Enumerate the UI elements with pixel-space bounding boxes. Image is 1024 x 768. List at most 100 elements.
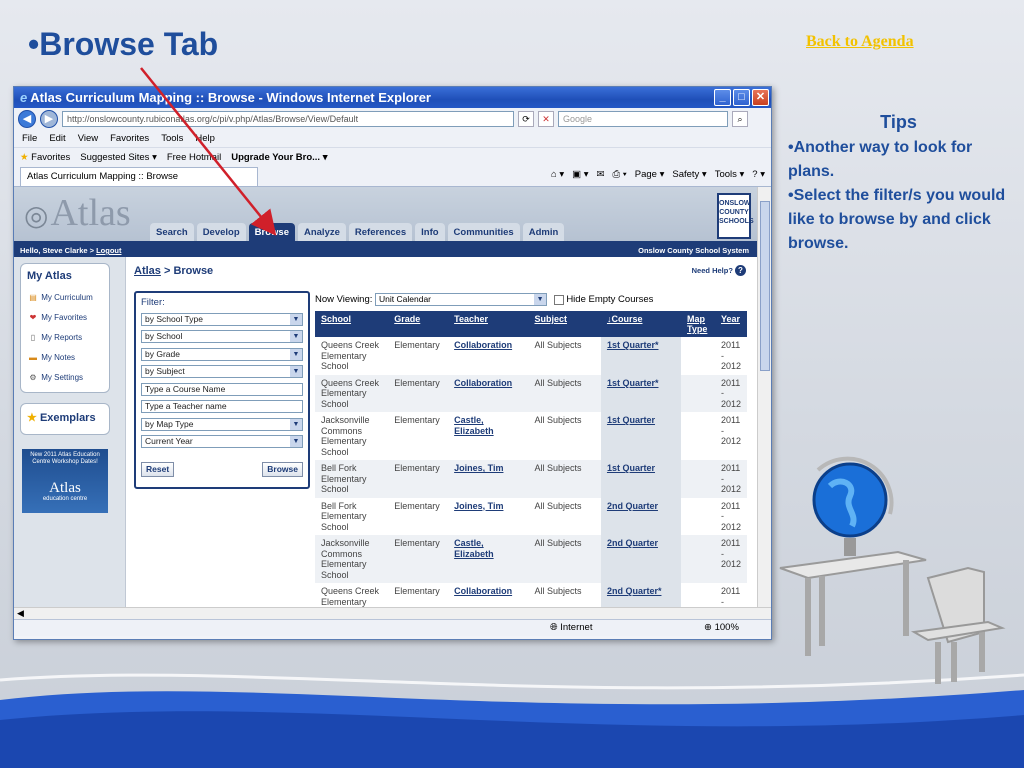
cell-teacher[interactable]: Castle, Elizabeth	[448, 412, 528, 460]
sidebar-item-my-reports[interactable]: ▯ My Reports	[27, 328, 103, 348]
hide-empty-checkbox[interactable]	[553, 294, 564, 305]
cell-course[interactable]: 1st Quarter*	[600, 374, 682, 412]
forward-arrow-icon[interactable]: ▶	[40, 110, 58, 128]
favorites-button[interactable]: ★ Favorites	[20, 152, 70, 163]
col-school[interactable]: School	[315, 311, 389, 337]
col-subject[interactable]: Subject	[528, 311, 601, 337]
cell-year: 2011 - 2012	[714, 374, 747, 412]
grade-select[interactable]: by Grade ▼	[141, 347, 303, 361]
need-help-link[interactable]: Need Help? ?	[692, 265, 746, 276]
course-name-input[interactable]: Type a Course Name	[141, 382, 303, 396]
menu-file[interactable]: File	[22, 133, 37, 144]
menu-tools[interactable]: Tools	[161, 133, 183, 144]
report-icon: ▯	[30, 333, 36, 342]
safety-menu[interactable]: Safety ▾	[672, 169, 706, 180]
cell-school: Jacksonville Commons Elementary School	[315, 535, 389, 583]
home-icon[interactable]: ⌂ ▾	[551, 169, 564, 180]
cell-teacher[interactable]: Collaboration	[448, 583, 528, 607]
now-viewing-select[interactable]: Unit Calendar ▼	[375, 293, 548, 306]
map-type-select[interactable]: by Map Type ▼	[141, 417, 303, 431]
promo-text: New 2011 Atlas Education Centre Workshop…	[30, 452, 100, 465]
free-hotmail-link[interactable]: Free Hotmail	[167, 152, 221, 163]
search-input[interactable]: Google	[558, 111, 728, 127]
cell-teacher[interactable]: Collaboration	[448, 337, 528, 375]
tip-item: •Another way to look for plans.	[788, 139, 973, 180]
tab-communities[interactable]: Communities	[447, 223, 520, 241]
horizontal-scrollbar[interactable]: ◀	[14, 607, 771, 619]
tips-heading: Tips	[880, 112, 917, 132]
school-type-select[interactable]: by School Type ▼	[141, 312, 303, 326]
menu-edit[interactable]: Edit	[49, 133, 65, 144]
exemplars-link[interactable]: ★ Exemplars	[20, 403, 110, 435]
tab-analyze[interactable]: Analyze	[297, 223, 346, 241]
refresh-icon[interactable]: ⟳	[518, 111, 534, 127]
col-year[interactable]: Year	[714, 311, 747, 337]
education-centre-promo[interactable]: New 2011 Atlas Education Centre Workshop…	[22, 449, 108, 513]
logout-link[interactable]: Logout	[96, 246, 121, 255]
cell-map-type	[681, 337, 715, 375]
sidebar-item-my-favorites[interactable]: ❤ My Favorites	[27, 308, 103, 328]
cell-subject: All Subjects	[528, 460, 601, 498]
maximize-button[interactable]: □	[733, 89, 750, 106]
close-button[interactable]: ✕	[752, 89, 769, 106]
breadcrumb-atlas-link[interactable]: Atlas	[134, 265, 161, 277]
tab-search[interactable]: Search	[150, 223, 194, 241]
address-bar[interactable]: http://onslowcounty.rubiconatlas.org/c/p…	[62, 111, 514, 127]
atlas-logo[interactable]: ◎Atlas	[24, 191, 131, 235]
cell-course[interactable]: 2nd Quarter*	[600, 583, 682, 607]
col-course[interactable]: ↓Course	[600, 311, 682, 337]
cell-course[interactable]: 1st Quarter	[600, 460, 682, 498]
tab-info[interactable]: Info	[415, 223, 445, 241]
slide-title: •Browse Tab	[28, 26, 219, 62]
tab-browse[interactable]: Browse	[248, 223, 295, 241]
tools-menu[interactable]: Tools ▾	[715, 169, 745, 180]
sidebar-item-my-settings[interactable]: ⚙ My Settings	[27, 368, 103, 388]
suggested-sites-link[interactable]: Suggested Sites ▾	[80, 152, 157, 163]
browser-tab[interactable]: Atlas Curriculum Mapping :: Browse	[20, 167, 258, 186]
tab-admin[interactable]: Admin	[522, 223, 565, 241]
sidebar-item-my-notes[interactable]: ▬ My Notes	[27, 348, 103, 368]
sidebar-item-my-curriculum[interactable]: ▤ My Curriculum	[27, 288, 103, 308]
cell-grade: Elementary	[394, 340, 440, 350]
browse-button[interactable]: Browse	[262, 462, 303, 477]
cell-course[interactable]: 1st Quarter*	[600, 337, 682, 375]
back-to-agenda-link[interactable]: Back to Agenda	[806, 33, 914, 51]
tab-develop[interactable]: Develop	[196, 223, 246, 241]
col-map-type[interactable]: Map Type	[681, 311, 715, 337]
print-icon[interactable]: ⎙ ▾	[613, 169, 627, 180]
school-select[interactable]: by School ▼	[141, 330, 303, 343]
cell-teacher[interactable]: Joines, Tim	[448, 498, 528, 536]
reset-button[interactable]: Reset	[141, 462, 175, 477]
stop-icon[interactable]: ✕	[538, 111, 554, 127]
subject-select[interactable]: by Subject ▼	[141, 365, 303, 378]
cell-course[interactable]: 1st Quarter	[600, 412, 682, 460]
year-select[interactable]: Current Year ▼	[141, 435, 303, 448]
search-icon[interactable]: ⌕	[732, 111, 748, 127]
feeds-icon[interactable]: ▣ ▾	[572, 169, 588, 180]
vertical-scrollbar[interactable]	[757, 187, 771, 607]
filter-title: Filter:	[141, 297, 165, 308]
menu-favorites[interactable]: Favorites	[110, 133, 149, 144]
cell-course[interactable]: 2nd Quarter	[600, 497, 682, 535]
help-icon[interactable]: ? ▾	[752, 169, 765, 180]
cell-course[interactable]: 2nd Quarter	[600, 535, 682, 583]
col-teacher[interactable]: Teacher	[448, 311, 529, 337]
zoom-control[interactable]: ⊕ 100%	[704, 622, 739, 633]
col-grade[interactable]: Grade	[388, 311, 449, 337]
minimize-button[interactable]: _	[714, 89, 731, 106]
menu-help[interactable]: Help	[195, 133, 215, 144]
user-bar: Hello, Steve Clarke > Logout Onslow Coun…	[14, 245, 771, 257]
menu-view[interactable]: View	[78, 133, 98, 144]
back-arrow-icon[interactable]: ◀	[18, 110, 36, 128]
teacher-name-input[interactable]: Type a Teacher name	[141, 400, 303, 413]
chevron-down-icon: ▼	[290, 313, 302, 325]
cell-teacher[interactable]: Collaboration	[448, 374, 529, 412]
scroll-thumb[interactable]	[760, 201, 770, 371]
page-menu[interactable]: Page ▾	[635, 169, 665, 180]
tab-references[interactable]: References	[348, 223, 413, 241]
cell-teacher[interactable]: Castle, Elizabeth	[448, 535, 529, 583]
mail-icon[interactable]: ✉	[597, 169, 605, 180]
upgrade-browser-link[interactable]: Upgrade Your Bro... ▾	[231, 152, 327, 163]
cell-teacher[interactable]: Joines, Tim	[448, 460, 529, 498]
star-icon: ★	[27, 412, 37, 424]
